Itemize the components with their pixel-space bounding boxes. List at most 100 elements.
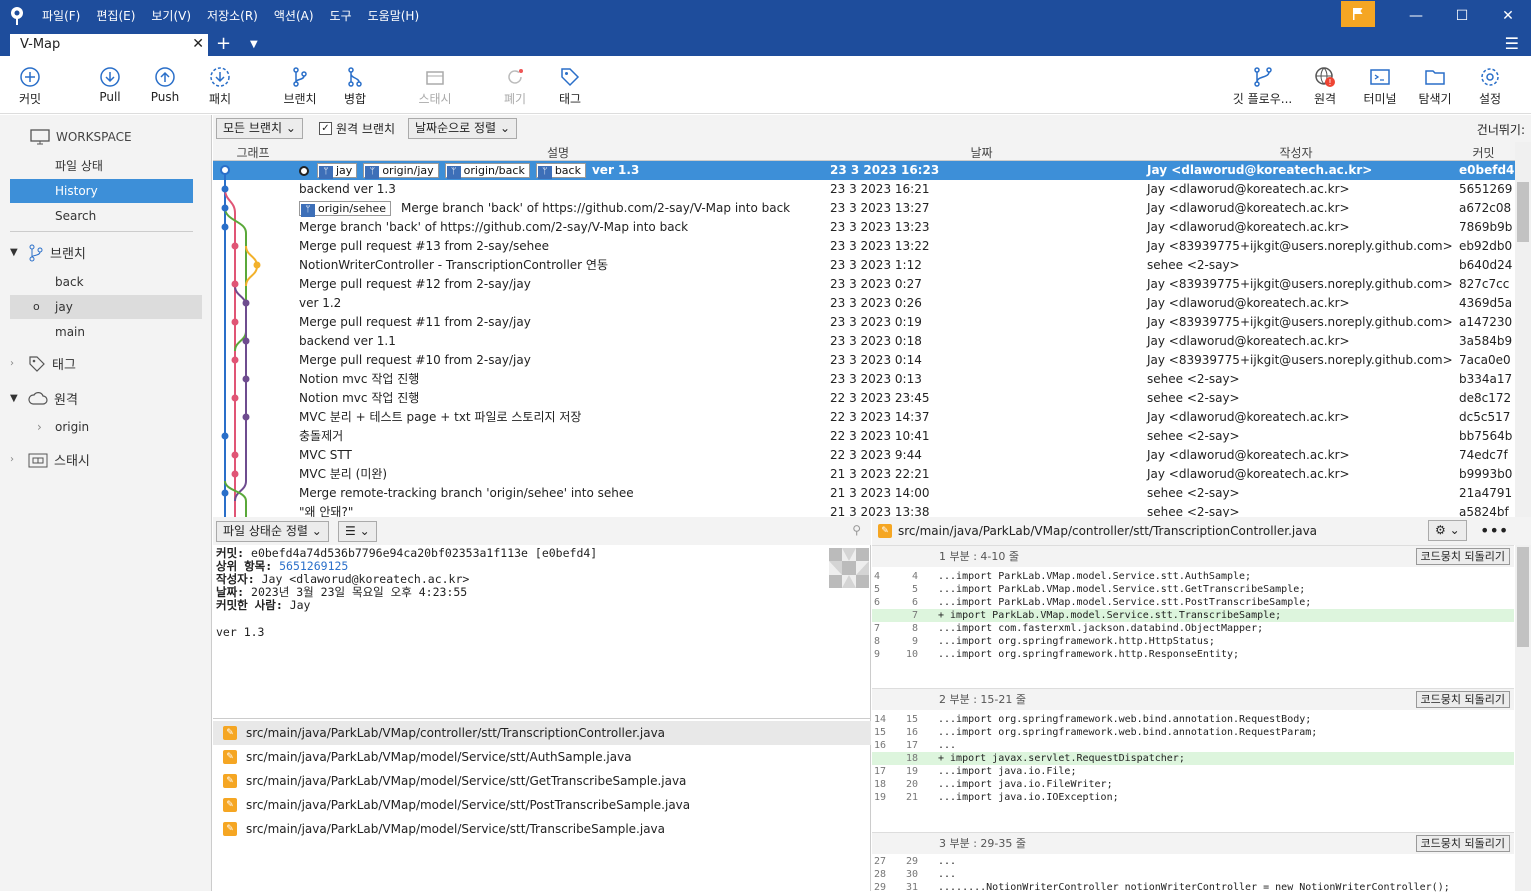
branch-label[interactable]: ᛘ origin/sehee [299, 201, 392, 217]
search-icon[interactable]: ⚲ [852, 523, 861, 537]
chevron-down-icon[interactable]: ▼ [10, 393, 22, 404]
branch-label[interactable]: ᛘ back [535, 163, 586, 179]
file-item[interactable]: ✎ src/main/java/ParkLab/VMap/controller/s… [213, 721, 871, 745]
remote-branches-checkbox[interactable]: ✓ 원격 브랜치 [319, 120, 395, 137]
diff-line[interactable]: 4 4 ...import ParkLab.VMap.model.Service.s… [872, 570, 1514, 583]
sidebar-item-search[interactable]: Search [10, 204, 193, 228]
diff-line[interactable]: 19 21 ...import java.io.IOException; [872, 791, 1514, 804]
chevron-right-icon[interactable]: › [10, 358, 22, 369]
table-row[interactable]: Notion mvc 작업 진행 23 3 2023 0:13 sehee <2-s… [213, 370, 1515, 389]
commit-button[interactable]: 커밋 [0, 64, 60, 107]
hamburger-menu-icon[interactable]: ☰ [1505, 32, 1519, 56]
table-row[interactable]: backend ver 1.1 23 3 2023 0:18 Jay <dlawor… [213, 332, 1515, 351]
chevron-right-icon[interactable]: › [10, 454, 22, 465]
table-row[interactable]: Merge branch 'back' of https://github.co… [213, 218, 1515, 237]
sidebar-item-file-status[interactable]: 파일 상태 [10, 154, 193, 178]
diff-line[interactable]: 5 5 ...import ParkLab.VMap.model.Service.s… [872, 583, 1514, 596]
sidebar-branch-back[interactable]: back [10, 270, 193, 294]
diff-line[interactable]: 14 15 ...import org.springframework.web.bi… [872, 713, 1514, 726]
menu-actions[interactable]: 액션(A) [266, 0, 322, 32]
sidebar-item-history[interactable]: History [10, 179, 193, 203]
branch-label[interactable]: ᛘ origin/back [444, 163, 530, 179]
diff-line[interactable]: 7 8 ...import com.fasterxml.jackson.databi… [872, 622, 1514, 635]
table-row[interactable]: MVC 분리 (미완) 21 3 2023 22:21 Jay <dlaworud@… [213, 465, 1515, 484]
discard-button[interactable]: 폐기 [485, 64, 545, 107]
menu-view[interactable]: 보기(V) [143, 0, 199, 32]
menu-file[interactable]: 파일(F) [34, 0, 88, 32]
stash-header[interactable]: › 스태시 [10, 450, 90, 469]
branch-button[interactable]: 브랜치 [270, 64, 330, 107]
sort-dropdown[interactable]: 날짜순으로 정렬 ⌄ [408, 118, 517, 139]
pull-button[interactable]: Pull [80, 64, 140, 104]
branches-header[interactable]: ▼ 브랜치 [10, 243, 86, 262]
parent-commit-link[interactable]: 5651269125 [279, 559, 348, 573]
remote-button[interactable]: ! 원격 [1295, 64, 1355, 107]
tab-vmap[interactable]: V-Map ✕ [10, 34, 208, 58]
all-branches-dropdown[interactable]: 모든 브랜치 ⌄ [216, 118, 303, 139]
menu-tools[interactable]: 도구 [322, 0, 360, 32]
table-row[interactable]: Merge pull request #10 from 2-say/jay 23 … [213, 351, 1515, 370]
remotes-header[interactable]: ▼ 원격 [10, 389, 78, 408]
diff-line[interactable]: 16 17... [872, 739, 1514, 752]
new-tab-icon[interactable]: + [216, 32, 231, 56]
chevron-right-icon[interactable]: › [37, 415, 42, 439]
push-button[interactable]: Push [135, 64, 195, 104]
tags-header[interactable]: › 태그 [10, 354, 76, 373]
sidebar-branch-main[interactable]: main [10, 320, 193, 344]
diff-line-added[interactable]: 7 + import ParkLab.VMap.model.Service.stt… [872, 609, 1514, 622]
table-row[interactable]: ver 1.2 23 3 2023 0:26 Jay <dlaworud@korea… [213, 294, 1515, 313]
view-mode-dropdown[interactable]: ☰ ⌄ [338, 521, 377, 542]
sidebar-branch-jay[interactable]: o jay [10, 295, 202, 319]
revert-hunk-button[interactable]: 코드뭉치 되돌리기 [1415, 835, 1510, 852]
history-scrollbar[interactable] [1515, 142, 1531, 517]
file-item[interactable]: ✎ src/main/java/ParkLab/VMap/model/Servic… [213, 769, 871, 793]
table-row[interactable]: Merge pull request #11 from 2-say/jay 23 … [213, 313, 1515, 332]
table-row[interactable]: NotionWriterController - TranscriptionCo… [213, 256, 1515, 275]
diff-line[interactable]: 9 10 ...import org.springframework.http.Re… [872, 648, 1514, 661]
stash-button[interactable]: 스태시 [405, 64, 465, 107]
table-row[interactable]: Merge remote-tracking branch 'origin/seh… [213, 484, 1515, 503]
file-sort-dropdown[interactable]: 파일 상태순 정렬 ⌄ [216, 521, 329, 542]
flag-icon[interactable] [1341, 1, 1375, 27]
explorer-button[interactable]: 탐색기 [1405, 64, 1465, 107]
diff-line[interactable]: 18 20 ...import java.io.FileWriter; [872, 778, 1514, 791]
patch-button[interactable]: 패치 [190, 64, 250, 107]
file-item[interactable]: ✎ src/main/java/ParkLab/VMap/model/Servic… [213, 793, 871, 817]
diff-line[interactable]: 17 19 ...import java.io.File; [872, 765, 1514, 778]
table-row[interactable]: MVC STT 22 3 2023 9:44 Jay <dlaworud@korea… [213, 446, 1515, 465]
menu-help[interactable]: 도움말(H) [360, 0, 428, 32]
tag-button[interactable]: 태그 [540, 64, 600, 107]
file-item[interactable]: ✎ src/main/java/ParkLab/VMap/model/Servic… [213, 745, 871, 769]
column-description[interactable]: 설명 [293, 144, 823, 161]
table-row[interactable]: Merge pull request #12 from 2-say/jay 23 … [213, 275, 1515, 294]
branch-label[interactable]: ᛘ jay [317, 163, 358, 179]
revert-hunk-button[interactable]: 코드뭉치 되돌리기 [1415, 548, 1510, 565]
minimize-icon[interactable]: — [1393, 0, 1439, 32]
scrollbar-thumb[interactable] [1517, 182, 1529, 242]
gitflow-button[interactable]: 깃 플로우... [1225, 64, 1300, 107]
tab-dropdown-icon[interactable]: ▼ [250, 32, 258, 58]
table-row[interactable]: backend ver 1.3 23 3 2023 16:21 Jay <dlawo… [213, 180, 1515, 199]
terminal-button[interactable]: 터미널 [1350, 64, 1410, 107]
diff-line[interactable]: 27 29... [872, 855, 1514, 868]
more-options-icon[interactable]: ••• [1480, 521, 1508, 540]
diff-line[interactable]: 28 30... [872, 868, 1514, 881]
table-row[interactable]: Notion mvc 작업 진행 22 3 2023 23:45 sehee <2-… [213, 389, 1515, 408]
menu-repository[interactable]: 저장소(R) [199, 0, 266, 32]
column-commit[interactable]: 커밋 [1452, 144, 1515, 161]
column-graph[interactable]: 그래프 [213, 144, 293, 161]
diff-line[interactable]: 29 31 ........NotionWriterController notio… [872, 881, 1514, 894]
table-row[interactable]: Merge pull request #13 from 2-say/sehee 2… [213, 237, 1515, 256]
tab-close-icon[interactable]: ✕ [192, 36, 204, 52]
table-row[interactable]: MVC 분리 + 테스트 page + txt 파일로 스토리지 저장 22 3 … [213, 408, 1515, 427]
revert-hunk-button[interactable]: 코드뭉치 되돌리기 [1415, 691, 1510, 708]
column-date[interactable]: 날짜 [823, 144, 1140, 161]
sidebar-remote-origin[interactable]: › origin [10, 415, 193, 439]
file-item[interactable]: ✎ src/main/java/ParkLab/VMap/model/Servic… [213, 817, 871, 841]
diff-line[interactable]: 8 9 ...import org.springframework.http.Htt… [872, 635, 1514, 648]
diff-options-dropdown[interactable]: ⚙ ⌄ [1428, 520, 1467, 541]
settings-button[interactable]: 설정 [1460, 64, 1520, 107]
diff-line-added[interactable]: 18 + import javax.servlet.RequestDispatch… [872, 752, 1514, 765]
diff-scrollbar[interactable] [1515, 545, 1531, 891]
diff-line[interactable]: 6 6 ...import ParkLab.VMap.model.Service.s… [872, 596, 1514, 609]
